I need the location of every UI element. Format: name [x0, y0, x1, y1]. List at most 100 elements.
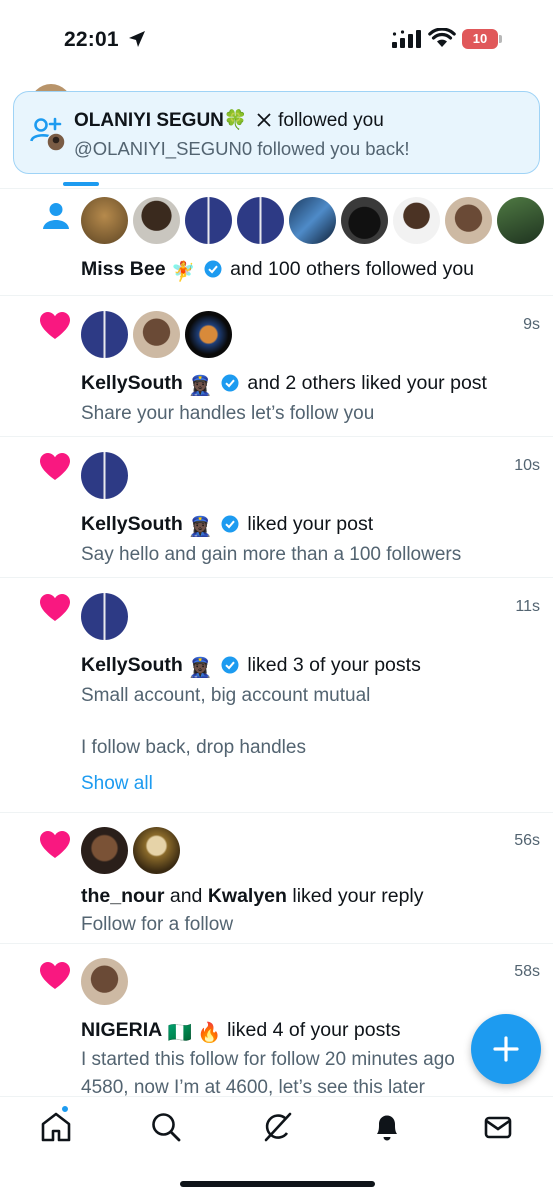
avatar[interactable] [237, 197, 284, 244]
follow-back-icon [30, 117, 66, 152]
notification-time: 9s [523, 316, 540, 333]
heart-icon [40, 831, 70, 858]
notification-text: KellySouth 👮🏿‍♀️ and 2 others liked your… [81, 372, 487, 398]
toast-title: OLANIYI SEGUN🍀 followed you [74, 108, 384, 132]
action-text: liked 3 of your posts [247, 654, 421, 676]
plus-icon [493, 1036, 519, 1062]
avatar[interactable] [81, 958, 128, 1005]
search-icon[interactable] [150, 1111, 182, 1143]
battery-level: 10 [462, 29, 498, 49]
x-logo-icon [257, 113, 271, 127]
avatar[interactable] [81, 452, 128, 499]
notification-text: KellySouth 👮🏿‍♀️ liked 3 of your posts [81, 654, 421, 680]
avatar[interactable] [497, 197, 544, 244]
heart-icon [40, 312, 70, 339]
heart-icon [40, 594, 70, 621]
verified-badge-icon [204, 260, 222, 278]
bottom-nav [0, 1096, 553, 1200]
toast-subtitle: @OLANIYI_SEGUN0 followed you back! [74, 138, 410, 159]
actor-name-2[interactable]: Kwalyen [208, 885, 287, 907]
action-text: liked your reply [292, 885, 424, 907]
active-tab-indicator [63, 182, 99, 186]
home-notification-dot [61, 1105, 69, 1113]
avatar-group [81, 197, 544, 244]
home-indicator[interactable] [180, 1181, 375, 1187]
notification-item[interactable]: 56s the_nour and Kwalyen liked your repl… [0, 813, 553, 944]
notification-time: 11s [515, 598, 540, 615]
toast-title-rest: followed you [278, 110, 384, 131]
avatar-group [81, 311, 232, 358]
post-snippet: Small account, big account mutual [81, 685, 371, 706]
avatar[interactable] [133, 311, 180, 358]
notification-item[interactable]: 9s KellySouth 👮🏿‍♀️ and 2 others liked y… [0, 296, 553, 437]
avatar[interactable] [81, 827, 128, 874]
status-time: 22:01 [64, 28, 119, 51]
heart-icon [40, 453, 70, 480]
notification-item[interactable]: 11s KellySouth 👮🏿‍♀️ liked 3 of your pos… [0, 578, 553, 813]
heart-icon [40, 962, 70, 989]
home-icon[interactable] [40, 1111, 72, 1143]
avatar[interactable] [185, 311, 232, 358]
action-text: and 2 others liked your post [247, 372, 487, 394]
verified-badge-icon [221, 374, 239, 392]
toast-user-name: OLANIYI SEGUN [74, 110, 224, 131]
avatar[interactable] [81, 197, 128, 244]
verified-badge-icon [221, 656, 239, 674]
notifications-icon[interactable] [371, 1111, 403, 1143]
notification-item[interactable]: 10s KellySouth 👮🏿‍♀️ liked your post Say… [0, 437, 553, 578]
notification-time: 58s [514, 963, 540, 980]
cellular-signal-icon [392, 30, 421, 48]
post-snippet-line-2: I follow back, drop handles [81, 737, 306, 758]
avatar-group [81, 452, 128, 499]
actor-emoji: 👮🏿‍♀️ [188, 516, 213, 538]
post-snippet: Share your handles let’s follow you [81, 403, 375, 424]
avatar-group [81, 593, 128, 640]
person-icon [43, 203, 69, 229]
avatar[interactable] [133, 197, 180, 244]
actor-emoji: 🧚 [170, 261, 196, 283]
post-snippet: I started this follow for follow 20 minu… [81, 1049, 455, 1070]
notification-time: 10s [514, 457, 540, 474]
avatar[interactable] [393, 197, 440, 244]
notification-time: 56s [514, 832, 540, 849]
notification-item[interactable]: 4s Miss Bee 🧚 and 100 others followed yo… [0, 189, 553, 296]
actor-name[interactable]: NIGERIA [81, 1019, 162, 1041]
avatar[interactable] [81, 311, 128, 358]
action-text: and 100 others followed you [230, 258, 475, 280]
notification-text: KellySouth 👮🏿‍♀️ liked your post [81, 513, 373, 539]
avatar[interactable] [185, 197, 232, 244]
avatar-group [81, 958, 128, 1005]
toast-name-emoji: 🍀 [223, 110, 248, 131]
avatar[interactable] [341, 197, 388, 244]
actor-emoji: 👮🏿‍♀️ [188, 657, 213, 679]
actor-name[interactable]: KellySouth [81, 654, 183, 676]
connector-text: and [169, 885, 203, 907]
avatar[interactable] [81, 593, 128, 640]
avatar[interactable] [289, 197, 336, 244]
actor-emoji: 🇳🇬 🔥 [167, 1022, 222, 1044]
avatar[interactable] [445, 197, 492, 244]
avatar-group [81, 827, 180, 874]
post-snippet: Follow for a follow [81, 914, 234, 935]
battery-tip [499, 35, 502, 43]
status-bar: 22:01 10 [0, 0, 553, 80]
notification-text: NIGERIA 🇳🇬 🔥 liked 4 of your posts [81, 1019, 401, 1045]
action-text: liked 4 of your posts [227, 1019, 401, 1041]
actor-emoji: 👮🏿‍♀️ [188, 375, 213, 397]
grok-icon[interactable] [261, 1111, 293, 1143]
show-all-link[interactable]: Show all [81, 773, 153, 795]
battery-indicator: 10 [462, 29, 502, 49]
follow-toast[interactable]: OLANIYI SEGUN🍀 followed you @OLANIYI_SEG… [13, 91, 540, 174]
actor-name[interactable]: KellySouth [81, 372, 183, 394]
wifi-icon [428, 28, 456, 47]
avatar[interactable] [133, 827, 180, 874]
location-arrow-icon [129, 31, 145, 47]
actor-name[interactable]: the_nour [81, 885, 164, 907]
post-snippet: Say hello and gain more than a 100 follo… [81, 544, 462, 565]
actor-name[interactable]: KellySouth [81, 513, 183, 535]
compose-button[interactable] [471, 1014, 541, 1084]
actor-name[interactable]: Miss Bee [81, 258, 166, 280]
action-text: liked your post [247, 513, 374, 535]
notification-text: the_nour and Kwalyen liked your reply [81, 885, 424, 908]
messages-icon[interactable] [482, 1111, 514, 1143]
